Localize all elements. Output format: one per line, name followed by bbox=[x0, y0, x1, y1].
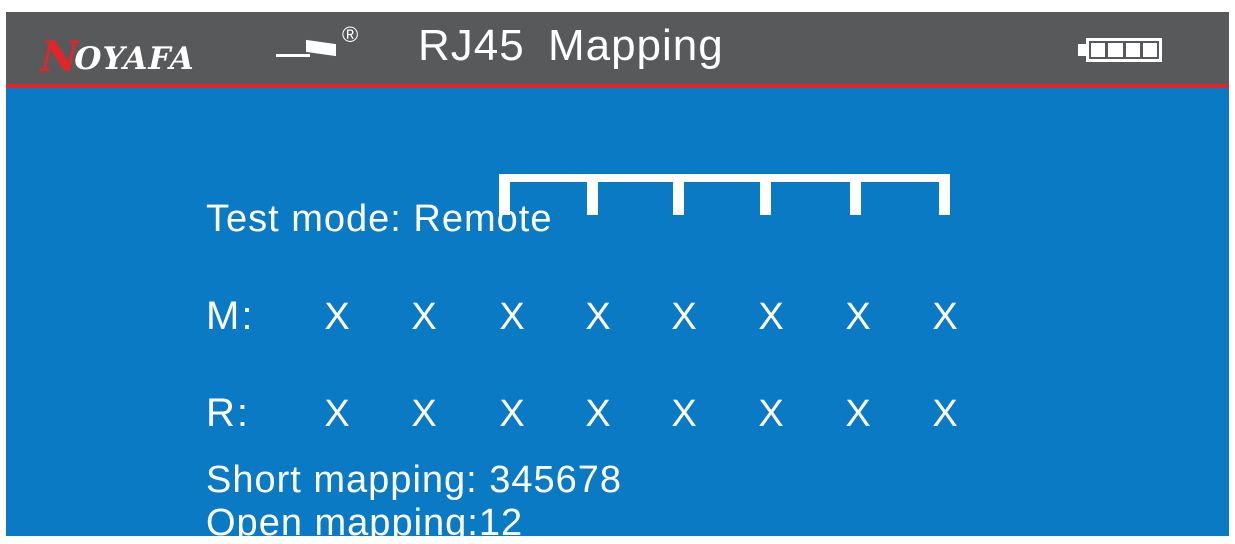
remote-pin-3: X bbox=[499, 393, 525, 435]
main-pin-3: X bbox=[499, 296, 525, 338]
remote-pin-2: X bbox=[411, 393, 437, 435]
header-bar: N OYAFA ® RJ45 Mapping bbox=[6, 12, 1229, 84]
main-pin-4: X bbox=[585, 296, 611, 338]
short-mapping-text: Short mapping: 345678 bbox=[206, 459, 623, 501]
main-pin-2: X bbox=[411, 296, 437, 338]
main-pin-1: X bbox=[324, 296, 350, 338]
registered-mark: ® bbox=[342, 22, 359, 47]
main-pin-5: X bbox=[671, 296, 697, 338]
tester-screen: N OYAFA ® RJ45 Mapping Test mode: Remote bbox=[6, 12, 1229, 542]
remote-pin-6: X bbox=[758, 393, 784, 435]
open-mapping-text: Open mapping:12 bbox=[206, 502, 524, 544]
logo-plug-icon bbox=[306, 39, 336, 57]
remote-row-label: R: bbox=[206, 391, 250, 435]
battery-cell bbox=[1091, 43, 1106, 57]
battery-cell bbox=[1125, 43, 1140, 57]
remote-pin-1: X bbox=[324, 393, 350, 435]
screen-title: RJ45 Mapping bbox=[418, 21, 724, 70]
main-row-label: M: bbox=[206, 294, 255, 338]
remote-pin-4: X bbox=[585, 393, 611, 435]
mapping-display: Test mode: Remote M: X X X X X X X X R: … bbox=[6, 88, 1229, 542]
battery-full-icon bbox=[1086, 38, 1162, 62]
battery-cell bbox=[1142, 43, 1157, 57]
remote-pin-5: X bbox=[671, 393, 697, 435]
main-pin-8: X bbox=[932, 296, 958, 338]
logo-plug-cable bbox=[276, 54, 310, 57]
battery-cell bbox=[1108, 43, 1123, 57]
logo-text: OYAFA bbox=[70, 41, 199, 77]
remote-pin-7: X bbox=[845, 393, 871, 435]
battery-terminal bbox=[1078, 44, 1086, 56]
remote-pin-8: X bbox=[932, 393, 958, 435]
main-pin-7: X bbox=[845, 296, 871, 338]
main-pin-6: X bbox=[758, 296, 784, 338]
